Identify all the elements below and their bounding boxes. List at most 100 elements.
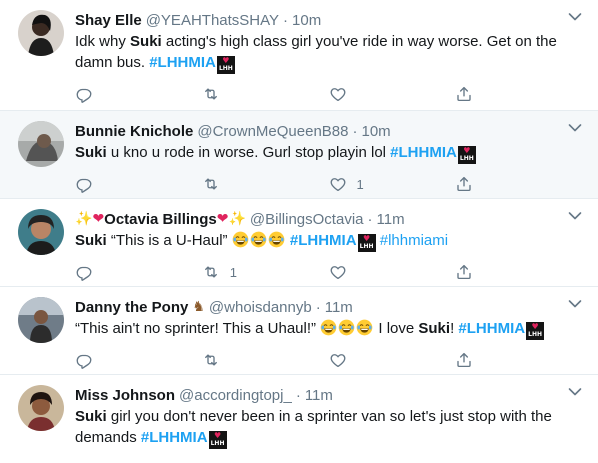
reply-icon (75, 175, 93, 193)
laughing-emoji-icon (320, 319, 337, 336)
share-button[interactable] (455, 263, 582, 281)
hashtag-link[interactable]: #LHHMIA (390, 144, 457, 161)
user-name[interactable]: Bunnie Knichole (75, 123, 193, 140)
retweet-button[interactable] (202, 175, 329, 193)
hashtag-link[interactable]: #LHHMIA (290, 232, 357, 249)
tweet-4[interactable]: Danny the Pony ♞ @whoisdannyb · 11m “Thi… (0, 287, 598, 375)
share-button[interactable] (455, 351, 582, 369)
text-segment: u kno u rode in worse. Gurl stop playin … (106, 144, 391, 161)
user-handle[interactable]: @CrownMeQueenB88 (197, 123, 348, 140)
separator: · (295, 386, 301, 404)
reply-icon (75, 85, 93, 103)
retweet-icon (202, 175, 220, 193)
lhh-badge-icon: ♥ LHH (526, 322, 545, 340)
lhh-badge-icon: ♥ LHH (357, 234, 376, 252)
like-button[interactable] (329, 263, 456, 281)
retweet-button[interactable]: 1 (202, 263, 329, 281)
separator: · (352, 122, 358, 140)
like-button[interactable]: 1 (329, 175, 456, 193)
avatar[interactable] (18, 10, 64, 56)
avatar[interactable] (18, 297, 64, 343)
retweet-icon (202, 263, 220, 281)
tweet-text: Idk why Suki acting's high class girl yo… (75, 31, 582, 74)
avatar[interactable] (18, 385, 64, 431)
retweet-button[interactable] (202, 351, 329, 369)
laughing-emoji-icon (250, 231, 267, 248)
user-name[interactable]: Octavia Billings (104, 211, 217, 228)
tweet-text: “This ain't no sprinter! This a Uhaul!” … (75, 318, 582, 340)
like-button[interactable] (329, 351, 456, 369)
lhh-badge-icon: ♥ LHH (216, 56, 235, 74)
tweet-text: Suki “This is a U-Haul” #LHHMIA ♥ LHH #lhh… (75, 230, 582, 252)
keyword-highlight: Suki (75, 408, 107, 425)
action-bar: 1 (75, 168, 582, 200)
tweet-text: Suki girl you don't never been in a spri… (75, 406, 582, 449)
sparkles-icon: ✨ (228, 211, 246, 227)
heart-icon: ❤ (92, 211, 105, 227)
lhh-badge-icon: ♥ LHH (208, 431, 227, 449)
reply-button[interactable] (75, 263, 202, 281)
share-button[interactable] (455, 85, 582, 103)
laughing-emoji-icon (356, 319, 373, 336)
timestamp[interactable]: 11m (305, 387, 333, 404)
user-name[interactable]: Danny the Pony (75, 299, 188, 316)
action-bar (75, 344, 582, 376)
chevron-down-icon[interactable] (568, 123, 582, 133)
timestamp[interactable]: 11m (325, 299, 353, 316)
user-handle[interactable]: @accordingtopj_ (179, 387, 292, 404)
action-bar (75, 78, 582, 110)
hashtag-link[interactable]: #LHHMIA (149, 54, 216, 71)
laughing-emoji-icon (268, 231, 285, 248)
timestamp[interactable]: 10m (292, 12, 321, 29)
heart-icon: ❤ (216, 211, 229, 227)
reply-button[interactable] (75, 85, 202, 103)
tweet-1[interactable]: Shay Elle @YEAHThatsSHAY · 10m Idk why S… (0, 0, 598, 111)
like-button[interactable] (329, 85, 456, 103)
like-count: 1 (356, 176, 364, 192)
chevron-down-icon[interactable] (568, 387, 582, 397)
sparkles-icon: ✨ (75, 211, 93, 227)
tweet-2[interactable]: Bunnie Knichole @CrownMeQueenB88 · 10m S… (0, 111, 598, 199)
tweet-3[interactable]: ✨ ❤ Octavia Billings ❤ ✨ @BillingsOctavia … (0, 199, 598, 287)
reply-button[interactable] (75, 175, 202, 193)
hashtag-link[interactable]: #lhhmiami (380, 232, 448, 249)
user-handle[interactable]: @YEAHThatsSHAY (146, 12, 279, 29)
hashtag-link[interactable]: #LHHMIA (458, 320, 525, 337)
timestamp[interactable]: 10m (361, 123, 390, 140)
keyword-highlight: Suki (75, 232, 107, 249)
reply-button[interactable] (75, 351, 202, 369)
share-icon (455, 351, 473, 369)
chevron-down-icon[interactable] (568, 211, 582, 221)
user-handle[interactable]: @whoisdannyb (209, 299, 312, 316)
share-icon (455, 263, 473, 281)
like-icon (329, 351, 347, 369)
retweet-button[interactable] (202, 85, 329, 103)
like-icon (329, 263, 347, 281)
retweet-icon (202, 351, 220, 369)
retweet-icon (202, 85, 220, 103)
keyword-highlight: Suki (418, 320, 451, 337)
tweet-5[interactable]: Miss Johnson @accordingtopj_ · 11m Suki … (0, 375, 598, 463)
user-name[interactable]: Miss Johnson (75, 387, 175, 404)
keyword-highlight: Suki (75, 144, 107, 161)
horse-icon: ♞ (192, 299, 205, 315)
user-handle[interactable]: @BillingsOctavia (250, 211, 364, 228)
reply-icon (75, 263, 93, 281)
tweet-text: Suki u kno u rode in worse. Gurl stop pl… (75, 142, 582, 164)
text-segment: “This ain't no sprinter! This a Uhaul!” (75, 320, 321, 337)
text-segment: Idk why (75, 33, 131, 50)
chevron-down-icon[interactable] (568, 12, 582, 22)
avatar[interactable] (18, 121, 64, 167)
laughing-emoji-icon (232, 231, 249, 248)
separator: · (315, 298, 321, 316)
separator: · (283, 11, 289, 29)
avatar[interactable] (18, 209, 64, 255)
timestamp[interactable]: 11m (377, 211, 405, 228)
chevron-down-icon[interactable] (568, 299, 582, 309)
keyword-highlight: Suki (130, 33, 162, 50)
action-bar: 1 (75, 256, 582, 288)
share-button[interactable] (455, 175, 582, 193)
lhh-badge-icon: ♥ LHH (457, 146, 476, 164)
user-name[interactable]: Shay Elle (75, 12, 142, 29)
hashtag-link[interactable]: #LHHMIA (141, 429, 208, 446)
